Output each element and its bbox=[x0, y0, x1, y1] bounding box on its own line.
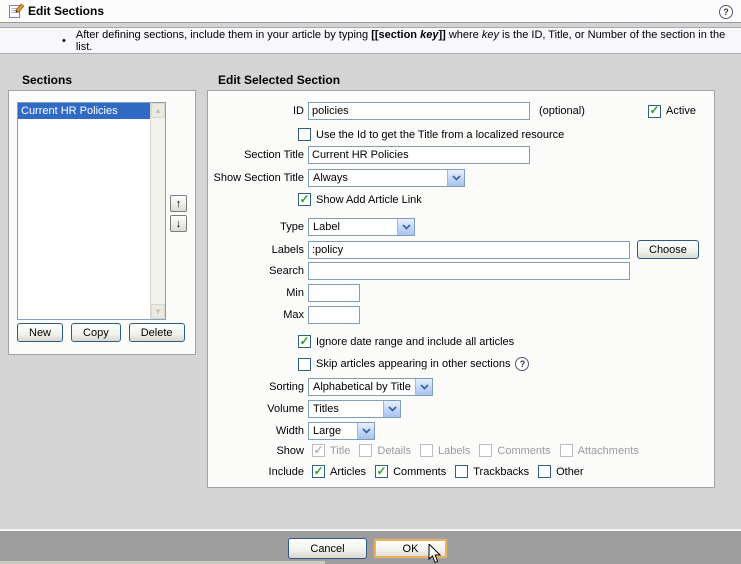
edit-section-panel: ID (optional) Active Use the Id to get t… bbox=[207, 90, 715, 488]
include-trackbacks-label: Trackbacks bbox=[473, 466, 529, 478]
active-label: Active bbox=[666, 105, 696, 117]
include-articles-checkbox[interactable] bbox=[312, 465, 325, 478]
show-title-label: Title bbox=[330, 445, 350, 457]
min-input[interactable] bbox=[308, 284, 360, 302]
include-group-label: Include bbox=[208, 466, 308, 478]
notice-text: After defining sections, include them in… bbox=[76, 29, 741, 53]
show-attachments-checkbox bbox=[560, 444, 573, 457]
chevron-down-icon bbox=[383, 401, 400, 417]
new-button[interactable]: New bbox=[17, 323, 63, 342]
search-label: Search bbox=[208, 265, 308, 277]
include-trackbacks-checkbox[interactable] bbox=[455, 465, 468, 478]
volume-select[interactable]: Titles bbox=[308, 400, 401, 418]
include-comments-checkbox[interactable] bbox=[375, 465, 388, 478]
id-input[interactable] bbox=[308, 102, 530, 120]
move-down-button[interactable]: ↓ bbox=[170, 215, 187, 232]
edit-section-heading: Edit Selected Section bbox=[218, 73, 340, 87]
choose-button[interactable]: Choose bbox=[637, 240, 699, 259]
bullet-icon: • bbox=[62, 35, 66, 47]
type-select[interactable]: Label bbox=[308, 218, 415, 236]
show-attachments-label: Attachments bbox=[578, 445, 639, 457]
show-labels-label: Labels bbox=[438, 445, 470, 457]
volume-label: Volume bbox=[208, 403, 308, 415]
footer-bar: Cancel OK bbox=[0, 531, 741, 564]
arrow-up-icon: ↑ bbox=[176, 198, 182, 210]
section-title-label: Section Title bbox=[208, 149, 308, 161]
ignore-date-range-label: Ignore date range and include all articl… bbox=[316, 336, 514, 348]
include-comments-label: Comments bbox=[393, 466, 446, 478]
show-details-label: Details bbox=[377, 445, 411, 457]
sorting-select[interactable]: Alphabetical by Title bbox=[308, 378, 433, 396]
chevron-down-icon bbox=[447, 170, 464, 186]
edit-sections-dialog: Edit Sections ? • After defining section… bbox=[0, 0, 741, 564]
chevron-down-icon bbox=[397, 219, 414, 235]
sections-listbox[interactable]: Current HR Policies ▲ ▼ bbox=[17, 102, 166, 320]
show-labels-checkbox bbox=[420, 444, 433, 457]
show-group-label: Show bbox=[208, 445, 308, 457]
search-input[interactable] bbox=[308, 262, 630, 280]
delete-button[interactable]: Delete bbox=[129, 323, 185, 342]
show-comments-checkbox bbox=[479, 444, 492, 457]
edit-page-icon bbox=[8, 3, 24, 19]
sections-heading: Sections bbox=[22, 73, 72, 87]
localized-resource-label: Use the Id to get the Title from a local… bbox=[316, 129, 564, 141]
skip-articles-label: Skip articles appearing in other section… bbox=[316, 358, 510, 370]
include-articles-label: Articles bbox=[330, 466, 366, 478]
labels-input[interactable] bbox=[308, 241, 630, 259]
labels-label: Labels bbox=[208, 244, 308, 256]
list-item[interactable]: Current HR Policies bbox=[18, 103, 150, 119]
type-label: Type bbox=[208, 221, 308, 233]
include-other-label: Other bbox=[556, 466, 584, 478]
id-label: ID bbox=[208, 105, 308, 117]
move-up-button[interactable]: ↑ bbox=[170, 195, 187, 212]
optional-hint: (optional) bbox=[539, 105, 585, 117]
ok-button[interactable]: OK bbox=[373, 538, 448, 559]
section-title-input[interactable] bbox=[308, 146, 530, 164]
skip-help-icon[interactable]: ? bbox=[515, 357, 529, 371]
show-section-title-label: Show Section Title bbox=[208, 172, 308, 184]
arrow-down-icon: ↓ bbox=[176, 218, 182, 230]
show-title-checkbox bbox=[312, 444, 325, 457]
chevron-down-icon bbox=[415, 379, 432, 395]
max-input[interactable] bbox=[308, 306, 360, 324]
scroll-down-icon[interactable]: ▼ bbox=[151, 304, 165, 319]
notice-bar: • After defining sections, include them … bbox=[0, 27, 741, 54]
sorting-label: Sorting bbox=[208, 381, 308, 393]
show-add-article-label: Show Add Article Link bbox=[316, 194, 422, 206]
max-label: Max bbox=[208, 309, 308, 321]
show-add-article-checkbox[interactable] bbox=[298, 193, 311, 206]
show-section-title-select[interactable]: Always bbox=[308, 169, 465, 187]
cancel-button[interactable]: Cancel bbox=[288, 538, 367, 559]
skip-articles-checkbox[interactable] bbox=[298, 358, 311, 371]
ignore-date-range-checkbox[interactable] bbox=[298, 335, 311, 348]
chevron-down-icon bbox=[357, 423, 374, 439]
titlebar: Edit Sections ? bbox=[0, 0, 741, 23]
show-comments-label: Comments bbox=[497, 445, 550, 457]
listbox-scrollbar[interactable]: ▲ ▼ bbox=[150, 103, 165, 319]
scroll-up-icon[interactable]: ▲ bbox=[151, 103, 165, 118]
localized-resource-checkbox[interactable] bbox=[298, 128, 311, 141]
help-icon[interactable]: ? bbox=[719, 5, 733, 19]
width-label: Width bbox=[208, 425, 308, 437]
include-other-checkbox[interactable] bbox=[538, 465, 551, 478]
dialog-title: Edit Sections bbox=[28, 4, 104, 18]
width-select[interactable]: Large bbox=[308, 422, 375, 440]
show-details-checkbox bbox=[359, 444, 372, 457]
active-checkbox[interactable] bbox=[648, 105, 661, 118]
sections-panel: Current HR Policies ▲ ▼ ↑ ↓ New Copy Del… bbox=[8, 90, 196, 355]
copy-button[interactable]: Copy bbox=[71, 323, 121, 342]
min-label: Min bbox=[208, 287, 308, 299]
